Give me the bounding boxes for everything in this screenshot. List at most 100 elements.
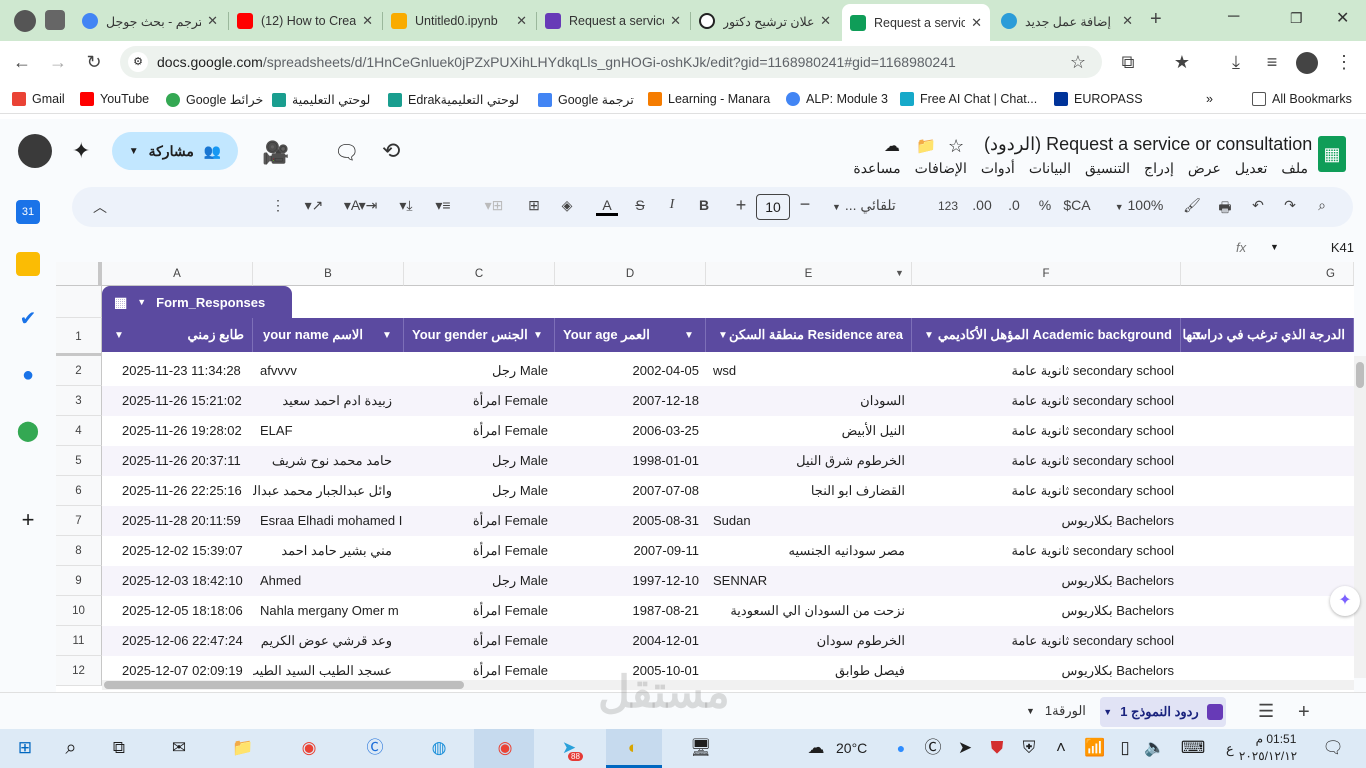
meet-icon[interactable]: 🎥 — [262, 140, 289, 166]
table-cell[interactable]: Female امرأة — [404, 536, 555, 566]
browser-tab[interactable]: مترجم - بحث جوجل ✕ — [74, 6, 226, 36]
table-cell[interactable]: Nahla mergany Omer m — [253, 596, 404, 626]
chrome-icon[interactable]: ◉ — [492, 735, 518, 761]
gemini-side-icon[interactable]: ✦ — [1330, 586, 1360, 616]
table-cell[interactable]: 2025-12-05 18:18:06 — [102, 596, 253, 626]
text-direction-icon[interactable]: ▾⇥ — [356, 197, 380, 214]
select-all-corner[interactable] — [56, 262, 102, 286]
bookmark-star-icon[interactable]: ☆ — [1066, 52, 1090, 73]
table-cell[interactable]: Female امرأة — [404, 596, 555, 626]
table-cell[interactable]: 2025-11-26 22:25:16 — [102, 476, 253, 506]
add-sheet-button[interactable]: + — [1298, 701, 1310, 724]
contacts-icon[interactable]: ● — [16, 363, 40, 387]
back-button[interactable]: ← — [10, 52, 34, 73]
menu-icon[interactable]: ⋮ — [1332, 52, 1356, 73]
row-header[interactable]: 5 — [56, 446, 102, 476]
font-family-select[interactable]: تلقائي ... ▼ — [832, 197, 916, 214]
table-cell[interactable]: 2005-08-31 — [555, 506, 706, 536]
more-formats-button[interactable]: 123 — [936, 199, 960, 213]
table-cell[interactable]: Esraa Elhadi mohamed I — [253, 506, 404, 536]
wifi-icon[interactable]: 📶 — [1082, 735, 1108, 761]
table-cell[interactable]: 2025-12-03 18:42:10 — [102, 566, 253, 596]
telegram-tray-icon[interactable]: ➤ — [952, 735, 978, 761]
windows-start-icon[interactable]: ⊞ — [12, 735, 38, 761]
font-size-input[interactable]: 10 — [756, 194, 790, 220]
table-cell[interactable]: وائل عبدالجبار محمد عبدالجبار — [253, 476, 404, 506]
row-header[interactable]: 6 — [56, 476, 102, 506]
gemini-icon[interactable]: ✦ — [72, 138, 90, 164]
table-cell[interactable]: حامد محمد نوح شريف — [253, 446, 404, 476]
column-header[interactable]: D — [555, 262, 706, 286]
bookmark-item[interactable]: Gmail — [12, 92, 65, 106]
table-header-cell[interactable]: طابع زمني — [102, 318, 253, 352]
account-avatar[interactable] — [18, 134, 52, 168]
column-header[interactable]: E — [706, 262, 912, 286]
minimize-button[interactable]: ─ — [1228, 8, 1239, 26]
site-info-icon[interactable]: ⚙ — [128, 52, 148, 72]
table-cell[interactable]: Male رجل — [404, 476, 555, 506]
security-icon[interactable]: ⛊ — [984, 735, 1010, 761]
browser-tab[interactable]: Untitled0.ipynb ✕ — [383, 6, 535, 36]
name-box[interactable]: K41 — [1290, 240, 1354, 255]
table-cell[interactable]: Male رجل — [404, 446, 555, 476]
table-cell[interactable]: زبيدة ادم احمد سعيد — [253, 386, 404, 416]
table-cell[interactable]: Female امرأة — [404, 626, 555, 656]
sheet-tab-active[interactable]: ▼ ردود النموذج 1 — [1100, 697, 1226, 727]
browser-tab[interactable]: Request a service ✕ — [537, 6, 689, 36]
table-cell[interactable]: secondary school ثانوية عامة — [912, 536, 1181, 566]
row-header[interactable]: 7 — [56, 506, 102, 536]
clock-date[interactable]: ٢٠٢٥/١٢/١٢ — [1230, 749, 1306, 763]
column-header[interactable]: G — [1181, 262, 1354, 286]
bookmark-item[interactable]: YouTube — [80, 92, 149, 106]
zoom-app-icon[interactable]: ● — [888, 735, 914, 761]
scrollbar-thumb[interactable] — [1356, 362, 1364, 388]
chevron-down-icon[interactable]: ▼ — [1193, 330, 1203, 341]
chevron-down-icon[interactable]: ▼ — [533, 330, 543, 341]
vertical-scrollbar[interactable] — [1354, 356, 1366, 678]
table-cell[interactable]: secondary school ثانوية عامة — [912, 356, 1181, 386]
row-header[interactable]: 4 — [56, 416, 102, 446]
menu-edit[interactable]: تعديل — [1235, 160, 1268, 178]
chevron-down-icon[interactable]: ▼ — [684, 330, 694, 341]
maps-icon[interactable]: ⬤ — [16, 419, 40, 443]
sheets-logo[interactable]: ▦ — [1318, 136, 1346, 172]
column-filter-icon[interactable]: ▼ — [895, 268, 904, 278]
table-cell[interactable]: 2025-12-02 15:39:07 — [102, 536, 253, 566]
calendar-icon[interactable]: 31 — [16, 200, 40, 224]
table-cell[interactable]: Bachelors بكلاريوس — [912, 566, 1181, 596]
bookmark-item[interactable]: Edrakلوحتي التعليمية — [388, 92, 519, 107]
bold-icon[interactable]: B — [694, 197, 714, 213]
comments-icon[interactable]: 🗨 — [334, 140, 359, 165]
increase-decimal-button[interactable]: .00 — [970, 197, 994, 213]
table-cell[interactable]: 2025-11-28 20:11:59 — [102, 506, 253, 536]
undo-icon[interactable]: ↶ — [1248, 197, 1268, 214]
table-cell[interactable]: Male رجل — [404, 356, 555, 386]
bookmark-item[interactable]: EUROPASS — [1054, 92, 1143, 106]
download-icon[interactable]: ⤓ — [1224, 52, 1248, 73]
ccleaner-tray-icon[interactable]: Ⓒ — [920, 735, 946, 761]
clock-time[interactable]: 01:51 م — [1250, 732, 1302, 746]
bookmark-item[interactable]: لوحتي التعليمية — [272, 92, 370, 107]
reload-button[interactable]: ↻ — [82, 52, 106, 73]
table-cell[interactable]: afvvvv — [253, 356, 404, 386]
table-cell[interactable]: نزحت من السودان الي السعودية — [706, 596, 912, 626]
shield-icon[interactable]: ⛨ — [1016, 735, 1042, 761]
tab-search-icon[interactable] — [45, 10, 65, 30]
percent-button[interactable]: % — [1036, 197, 1054, 213]
table-cell[interactable]: 2025-11-26 19:28:02 — [102, 416, 253, 446]
row-header[interactable]: 3 — [56, 386, 102, 416]
row-header[interactable]: 1 — [56, 318, 102, 356]
row-header[interactable]: 10 — [56, 596, 102, 626]
menu-tools[interactable]: أدوات — [981, 160, 1015, 178]
weather-icon[interactable]: ☁ — [804, 735, 828, 761]
table-cell[interactable]: Female امرأة — [404, 416, 555, 446]
bookmark-item[interactable]: Learning - Manara — [648, 92, 770, 106]
chevron-down-icon[interactable]: ▼ — [114, 330, 124, 341]
table-cell[interactable]: SENNAR — [706, 566, 912, 596]
table-header-cell[interactable]: الدرجة الذي ترغب في دراستها — [1181, 318, 1354, 352]
add-addon-icon[interactable]: + — [16, 508, 40, 532]
table-cell[interactable]: وعد قرشي عوض الكريم — [253, 626, 404, 656]
table-cell[interactable]: 2002-04-05 — [555, 356, 706, 386]
table-cell[interactable]: 2006-03-25 — [555, 416, 706, 446]
table-cell[interactable]: Female امرأة — [404, 386, 555, 416]
